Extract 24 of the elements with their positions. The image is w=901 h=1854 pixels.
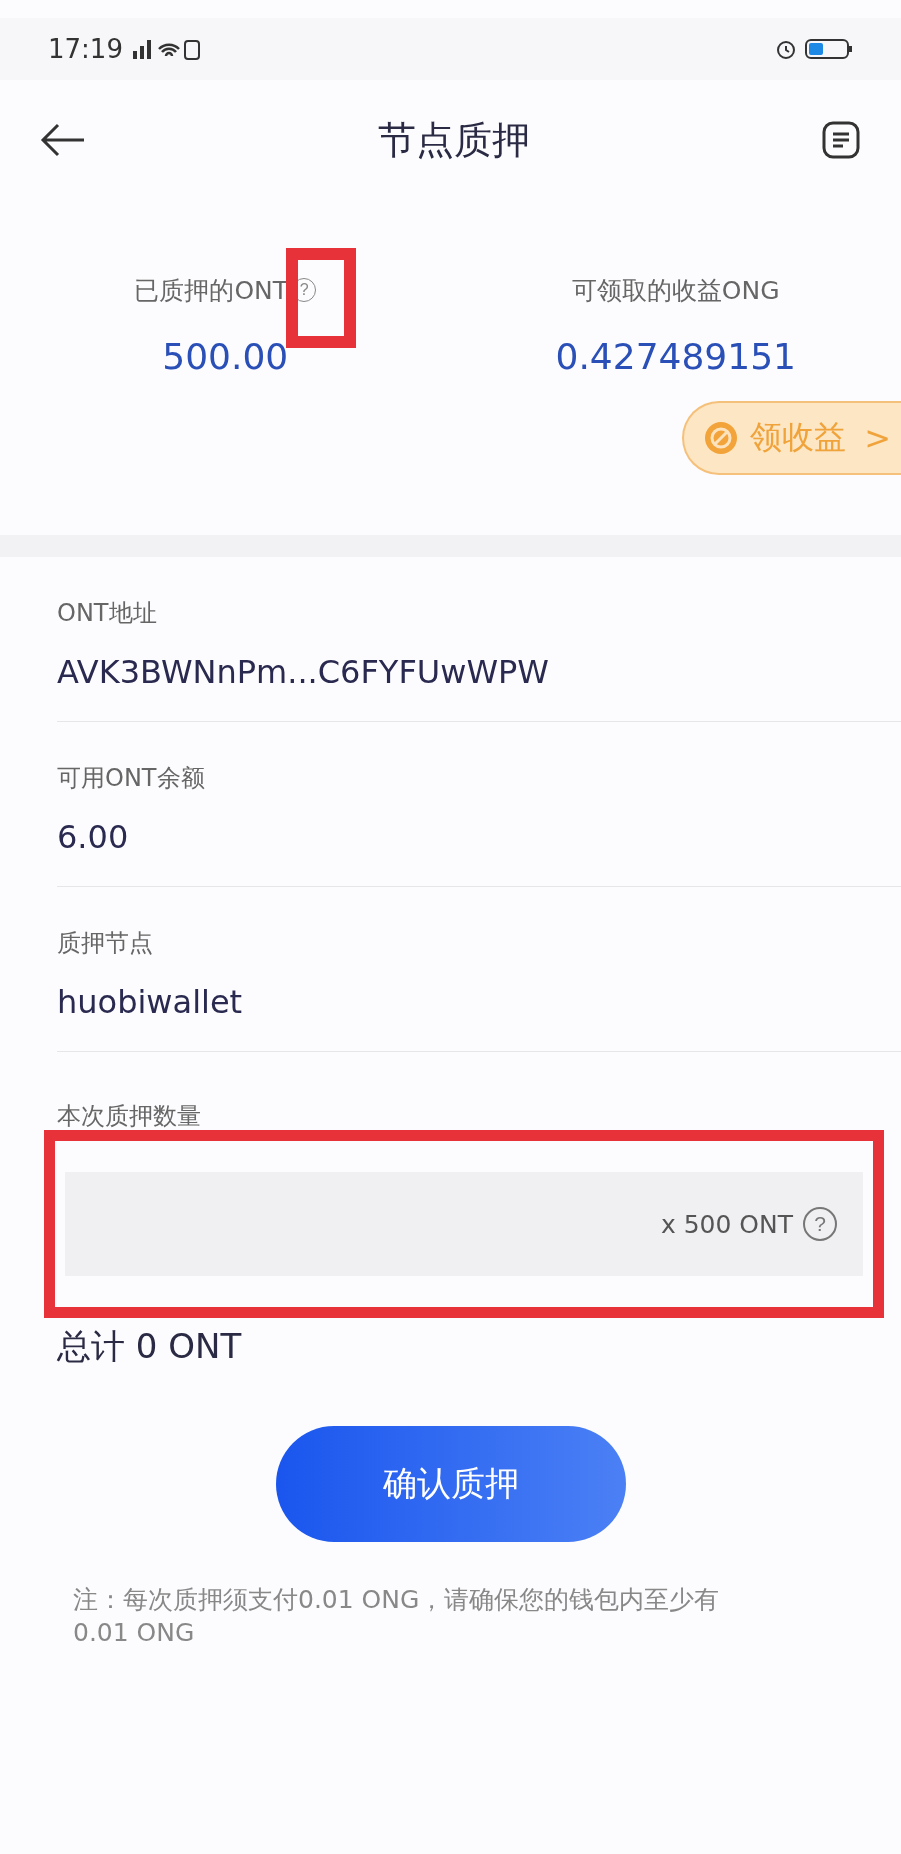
stat-value: 500.00 [162, 336, 289, 377]
stat-value: 0.427489151 [555, 336, 796, 377]
field-value: huobiwallet [57, 983, 244, 1021]
back-arrow-icon[interactable] [40, 122, 86, 158]
field-label: 质押节点 [57, 928, 154, 959]
stat-label: 可领取的收益ONG [571, 274, 780, 307]
battery-icon [805, 38, 853, 60]
field-value: 6.00 [57, 818, 130, 856]
confirm-stake-button[interactable]: 确认质押 [275, 1426, 626, 1542]
field-value: AVK3BWNnPm...C6FYFUwWPW [57, 653, 550, 691]
total-amount: 总计 0 ONT [57, 1325, 243, 1368]
unit-label: x 500 ONT [660, 1209, 793, 1239]
field-label: ONT地址 [57, 598, 158, 629]
field-label: 本次质押数量 [57, 1101, 202, 1132]
alarm-icon [775, 38, 797, 60]
stat-label: 已质押的ONT [134, 274, 289, 307]
amount-input-field[interactable]: x 500 ONT ? [65, 1172, 863, 1276]
signal-icon [130, 37, 201, 61]
field-label: 可用ONT余额 [57, 763, 206, 794]
status-time: 17:19 [48, 34, 123, 64]
help-icon[interactable]: ? [803, 1207, 837, 1241]
list-icon[interactable] [821, 120, 861, 160]
note-text: 注：每次质押须支付0.01 ONG，请确保您的钱包内至少有0.01 ONG [72, 1584, 721, 1649]
page-title: 节点质押 [377, 116, 530, 164]
